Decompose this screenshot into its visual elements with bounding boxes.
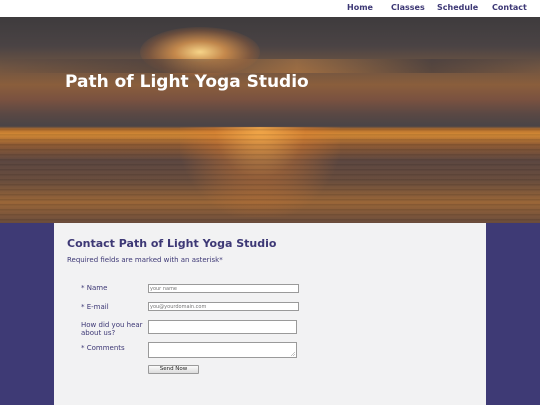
how-heard-label: How did you hear about us? [81,321,143,337]
name-field[interactable] [148,284,299,293]
nav-link-classes[interactable]: Classes [391,3,425,12]
name-label: * Name [81,284,108,292]
send-now-button[interactable]: Send Now [148,365,199,374]
sunset-cloud-band [0,59,540,73]
nav-link-schedule[interactable]: Schedule [437,3,478,12]
how-heard-field[interactable] [148,320,297,334]
water-ripples [0,129,540,223]
top-navigation: Home Classes Schedule Contact [0,0,540,17]
contact-panel: Contact Path of Light Yoga Studio Requir… [54,223,486,405]
nav-link-contact[interactable]: Contact [492,3,527,12]
required-fields-note: Required fields are marked with an aster… [67,256,223,264]
page-title: Contact Path of Light Yoga Studio [67,237,277,250]
comments-label: * Comments [81,344,125,352]
comments-field[interactable] [148,342,297,358]
email-field[interactable] [148,302,299,311]
content-area: Contact Path of Light Yoga Studio Requir… [0,223,540,405]
resize-grip-icon[interactable] [291,352,295,356]
hero-banner: Path of Light Yoga Studio [0,17,540,223]
site-title: Path of Light Yoga Studio [65,72,309,92]
nav-link-home[interactable]: Home [347,3,373,12]
email-label: * E-mail [81,303,109,311]
